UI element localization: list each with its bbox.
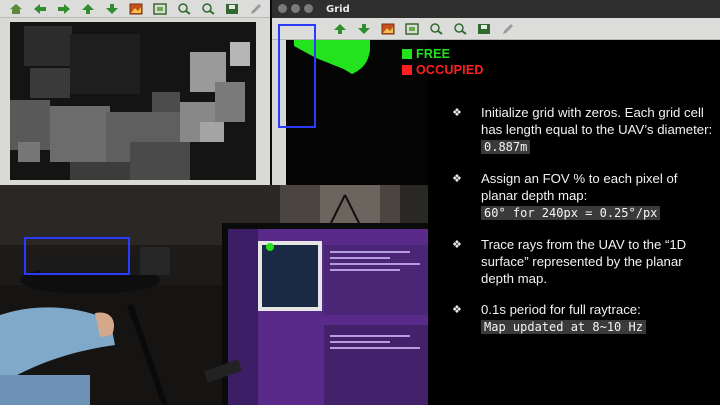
depth-map-image — [10, 22, 256, 180]
pen-icon[interactable] — [246, 2, 266, 16]
bullet-text: Assign an FOV % to each pixel of planar … — [481, 171, 678, 203]
bullet-icon: ❖ — [452, 238, 462, 251]
lab-photo — [0, 185, 440, 405]
bullet-code: 60° for 240px = 0.25°/px — [481, 206, 661, 220]
grid-titlebar: Grid — [272, 0, 720, 18]
pen-icon[interactable] — [498, 22, 518, 36]
maximize-icon[interactable] — [304, 4, 313, 13]
bullet-item: ❖ Trace rays from the UAV to the “1D sur… — [452, 236, 714, 287]
close-icon[interactable] — [278, 4, 287, 13]
save-icon[interactable] — [474, 22, 494, 36]
zoom-out-icon[interactable] — [198, 2, 218, 16]
free-swatch — [402, 49, 412, 59]
bullet-list: ❖ Initialize grid with zeros. Each grid … — [452, 104, 714, 350]
home-icon[interactable] — [6, 2, 26, 16]
forward-arrow-icon[interactable] — [54, 2, 74, 16]
image-icon[interactable] — [378, 22, 398, 36]
legend: FREE OCCUPIED — [402, 46, 484, 78]
zoom-out-icon[interactable] — [450, 22, 470, 36]
save-icon[interactable] — [222, 2, 242, 16]
bullet-text: Initialize grid with zeros. Each grid ce… — [481, 105, 713, 137]
drone-highlight — [24, 237, 130, 275]
window-title: Grid — [326, 3, 350, 15]
occupied-swatch — [402, 65, 412, 75]
fit-icon[interactable] — [402, 22, 422, 36]
grid-toolbar — [272, 18, 720, 40]
legend-item-free: FREE — [402, 46, 484, 62]
zoom-in-icon[interactable] — [426, 22, 446, 36]
minimize-icon[interactable] — [291, 4, 300, 13]
window-controls — [278, 4, 313, 13]
up-arrow-icon[interactable] — [330, 22, 350, 36]
up-arrow-icon[interactable] — [78, 2, 98, 16]
grid-uav-highlight — [278, 24, 316, 128]
bullet-text: Trace rays from the UAV to the “1D surfa… — [481, 237, 687, 286]
depth-map-window — [0, 0, 270, 185]
image-icon[interactable] — [126, 2, 146, 16]
legend-label-occupied: OCCUPIED — [416, 63, 484, 77]
back-arrow-icon[interactable] — [30, 2, 50, 16]
bullet-item: ❖ Assign an FOV % to each pixel of plana… — [452, 170, 714, 222]
fit-icon[interactable] — [150, 2, 170, 16]
legend-item-occupied: OCCUPIED — [402, 62, 484, 78]
bullet-item: ❖ Initialize grid with zeros. Each grid … — [452, 104, 714, 156]
bullet-code: Map updated at 8~10 Hz — [481, 320, 646, 334]
lab-photo-image — [0, 185, 440, 405]
legend-label-free: FREE — [416, 47, 451, 61]
down-arrow-icon[interactable] — [102, 2, 122, 16]
bullet-icon: ❖ — [452, 106, 462, 119]
bullet-icon: ❖ — [452, 303, 462, 316]
bullet-text: 0.1s period for full raytrace: — [481, 302, 641, 317]
bullet-icon: ❖ — [452, 172, 462, 185]
bullet-item: ❖ 0.1s period for full raytrace: Map upd… — [452, 301, 714, 336]
down-arrow-icon[interactable] — [354, 22, 374, 36]
depth-map-view — [10, 22, 256, 180]
bullet-code: 0.887m — [481, 140, 531, 154]
zoom-in-icon[interactable] — [174, 2, 194, 16]
depth-toolbar — [0, 0, 270, 18]
